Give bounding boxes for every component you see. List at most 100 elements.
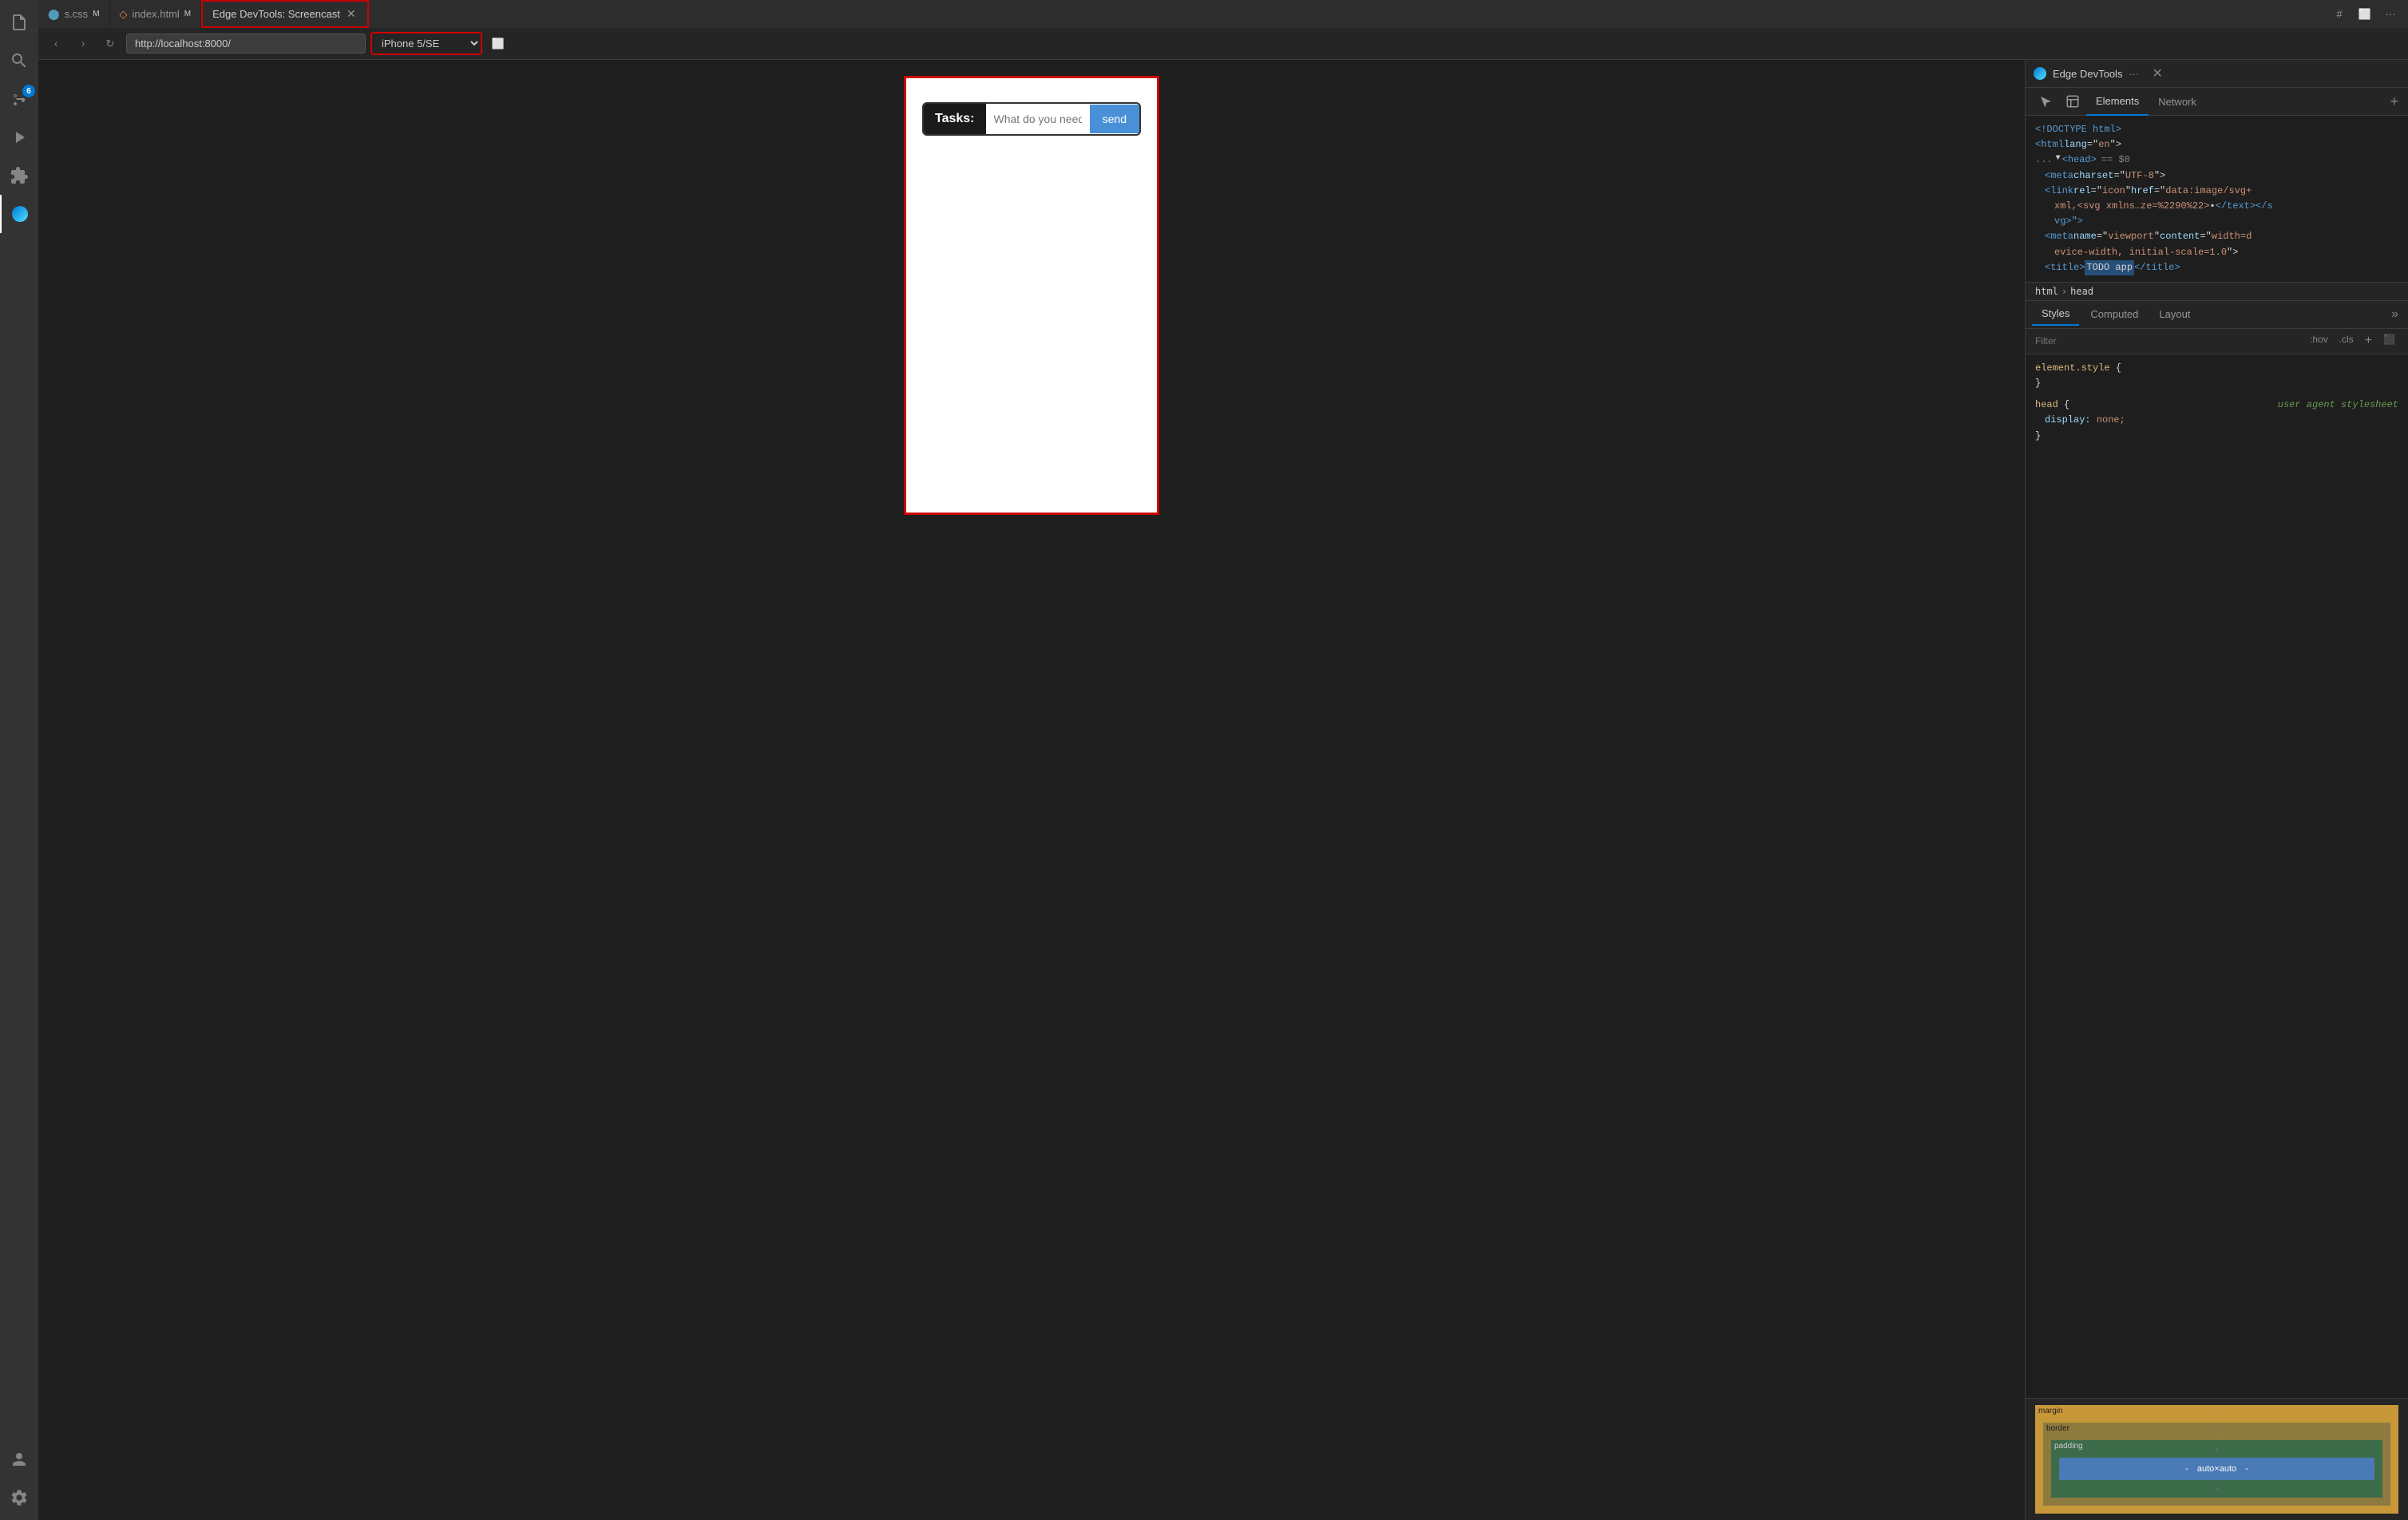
tab-styles[interactable]: Styles [2032, 303, 2079, 326]
address-bar: ‹ › ↻ iPhone 5/SE iPhone 6/7/8 iPad Resp… [38, 28, 2408, 60]
sidebar-item-explorer[interactable] [0, 3, 38, 42]
todo-send-button[interactable]: send [1090, 105, 1139, 133]
html-inspector: <!DOCTYPE html> <html lang="en"> ... ▼ <… [2026, 116, 2408, 283]
sidebar-item-run[interactable] [0, 118, 38, 156]
box-margin: margin - border - padding - - auto×auto [2035, 1405, 2398, 1514]
html-line: evice-width, initial-scale=1.0"> [2035, 245, 2398, 260]
html-line: vg>"> [2035, 214, 2398, 229]
content-dash-right: - [2245, 1464, 2248, 1474]
hash-action[interactable]: # [2328, 3, 2351, 26]
tab-edge-devtools[interactable]: Edge DevTools: Screencast ✕ [201, 0, 369, 28]
tab-bar: ⬤ s.css M ◇ index.html M Edge DevTools: … [38, 0, 2408, 28]
box-padding: padding - - auto×auto - - [2051, 1440, 2382, 1498]
style-block-head: head { user agent stylesheet display: no… [2035, 398, 2398, 444]
tab-inspect-mode2[interactable] [2059, 88, 2086, 116]
edge-icon [12, 206, 28, 222]
devtools-header: Edge DevTools ··· ✕ [2026, 60, 2408, 88]
html-line[interactable]: ... ▼ <head> == $0 [2035, 152, 2398, 168]
styles-content: element.style { } head { user agent styl… [2026, 354, 2408, 1398]
devtools-more-button[interactable]: ··· [2129, 68, 2139, 80]
phone-content: Tasks: send [906, 78, 1157, 513]
box-border: border - padding - - auto×auto - [2043, 1423, 2390, 1506]
rotate-button[interactable]: ⬜ [487, 33, 509, 55]
forward-button[interactable]: › [72, 33, 94, 55]
breadcrumb: html › head [2026, 283, 2408, 301]
add-style-button[interactable]: + [2362, 332, 2375, 350]
padding-label: padding [2054, 1442, 2083, 1451]
tab-css-modifier: M [93, 10, 99, 18]
html-line: <meta charset="UTF-8"> [2035, 168, 2398, 184]
devtools-panel: Edge DevTools ··· ✕ Elements Network + [2025, 60, 2408, 1520]
todo-input[interactable] [986, 105, 1090, 133]
devtools-title: Edge DevTools [2053, 68, 2122, 80]
sidebar-item-source-control[interactable]: 6 [0, 80, 38, 118]
source-control-badge: 6 [22, 85, 35, 97]
html-line: xml,<svg xmlns…ze=%2290%22>▪</text></s [2035, 199, 2398, 214]
html-icon: ◇ [120, 8, 128, 21]
box-model: margin - border - padding - - auto×auto [2035, 1405, 2398, 1514]
margin-label: margin [2038, 1407, 2063, 1415]
tab-html[interactable]: ◇ index.html M [110, 0, 202, 28]
styles-panel-tabs: Styles Computed Layout » [2026, 301, 2408, 329]
filter-input[interactable] [2035, 335, 2300, 346]
sidebar-item-search[interactable] [0, 42, 38, 80]
activity-bar: 6 [0, 0, 38, 1520]
box-model-section: margin - border - padding - - auto×auto [2026, 1398, 2408, 1520]
back-button[interactable]: ‹ [45, 33, 67, 55]
html-line: <meta name="viewport" content="width=d [2035, 229, 2398, 244]
todo-label: Tasks: [924, 104, 986, 134]
tab-elements[interactable]: Elements [2086, 88, 2149, 116]
filter-bar: :hov .cls + ⬛ [2026, 329, 2408, 354]
tab-html-modifier: M [184, 10, 191, 18]
styles-tab-more[interactable]: » [2388, 304, 2402, 325]
tab-network[interactable]: Network [2149, 88, 2206, 116]
hov-button[interactable]: :hov [2307, 332, 2331, 350]
device-selector[interactable]: iPhone 5/SE iPhone 6/7/8 iPad Responsive [370, 32, 482, 55]
content-dash-left: - [2185, 1464, 2188, 1474]
todo-form: Tasks: send [922, 102, 1141, 136]
split-editor-action[interactable]: ⬜ [2354, 3, 2376, 26]
content-split: Tasks: send Edge DevTools ··· ✕ [38, 60, 2408, 1520]
tab-layout[interactable]: Layout [2149, 303, 2200, 325]
sidebar-item-edge[interactable] [0, 195, 38, 233]
sidebar-item-extensions[interactable] [0, 156, 38, 195]
html-line[interactable]: <title>TODO app</title> [2035, 260, 2398, 275]
border-label: border [2046, 1424, 2069, 1433]
tab-css[interactable]: ⬤ s.css M [38, 0, 110, 28]
tab-actions: # ⬜ ··· [2328, 0, 2408, 28]
devtools-main-tabs: Elements Network + [2026, 88, 2408, 116]
padding-bottom-dash: - [2216, 1484, 2218, 1493]
devtools-add-tab[interactable]: + [2386, 93, 2402, 110]
reload-button[interactable]: ↻ [99, 33, 121, 55]
style-block-element: element.style { } [2035, 361, 2398, 391]
tab-inspect-mode[interactable] [2032, 88, 2059, 116]
border-dash: - [2216, 1428, 2218, 1437]
sidebar-item-settings[interactable] [0, 1478, 38, 1517]
tab-computed[interactable]: Computed [2081, 303, 2148, 325]
content-label: auto×auto [2197, 1464, 2236, 1474]
filter-actions: :hov .cls + ⬛ [2307, 332, 2398, 350]
devtools-close-button[interactable]: ✕ [2152, 65, 2162, 81]
cls-button[interactable]: .cls [2336, 332, 2357, 350]
phone-frame: Tasks: send [904, 76, 1159, 515]
html-line: <html lang="en"> [2035, 137, 2398, 152]
tab-html-label: index.html [133, 8, 180, 20]
toggle-button[interactable]: ⬛ [2380, 332, 2398, 350]
html-line: <!DOCTYPE html> [2035, 122, 2398, 137]
main-area: ⬤ s.css M ◇ index.html M Edge DevTools: … [38, 0, 2408, 1520]
box-content: - auto×auto - [2059, 1458, 2374, 1480]
more-action[interactable]: ··· [2379, 3, 2402, 26]
tab-close-button[interactable]: ✕ [345, 8, 358, 21]
margin-dash: - [2216, 1411, 2218, 1419]
html-line: <link rel="icon" href="data:image/svg+ [2035, 184, 2398, 199]
css-icon: ⬤ [48, 8, 60, 21]
tab-edge-label: Edge DevTools: Screencast [212, 8, 340, 20]
browser-preview: Tasks: send [38, 60, 2025, 1520]
sidebar-item-account[interactable] [0, 1440, 38, 1478]
breadcrumb-head[interactable]: head [2070, 286, 2093, 297]
url-input[interactable] [126, 34, 366, 53]
devtools-edge-logo [2034, 67, 2046, 80]
padding-dash: - [2216, 1446, 2218, 1455]
tab-css-label: s.css [65, 8, 89, 20]
breadcrumb-html[interactable]: html [2035, 286, 2058, 297]
